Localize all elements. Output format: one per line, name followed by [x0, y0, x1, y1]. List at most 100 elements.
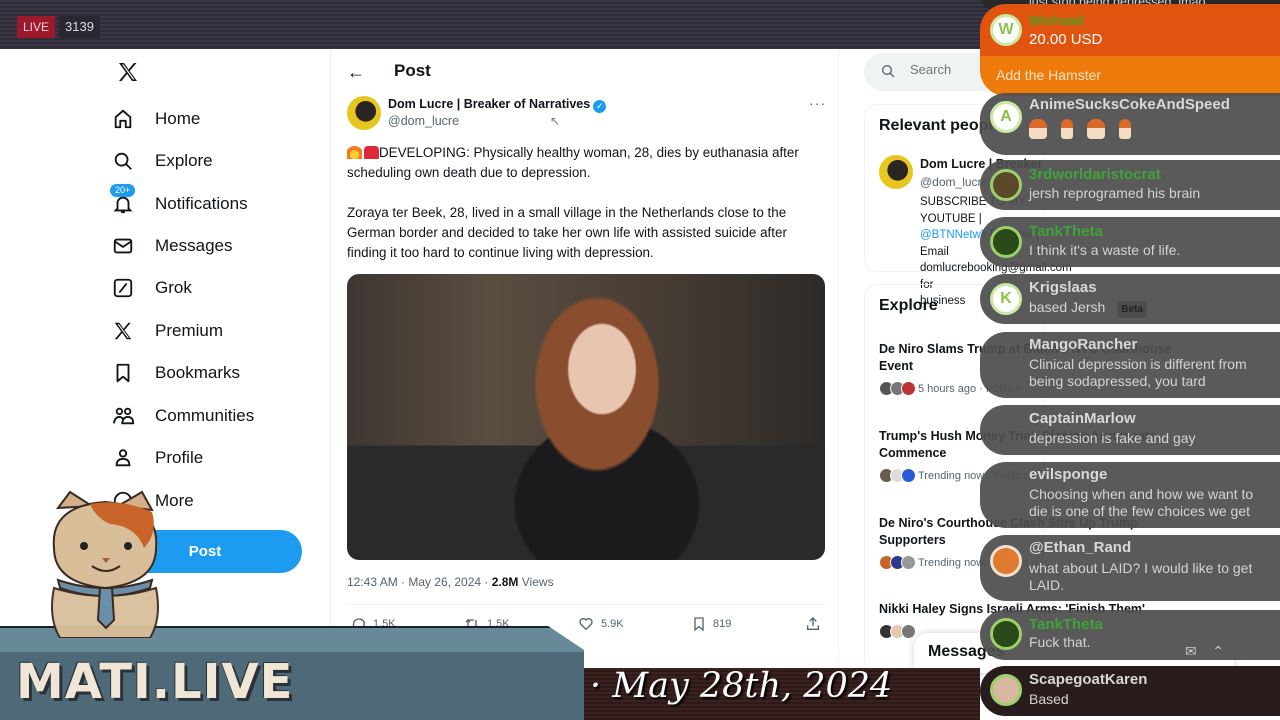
- chat-username: CaptainMarlow: [1029, 410, 1136, 427]
- hamster-emote-icon: [1087, 119, 1105, 139]
- chat-message: TankTheta Fuck that.: [980, 610, 1280, 660]
- chat-tag: Beta: [1117, 301, 1147, 318]
- views-count: 2.8M: [491, 575, 519, 589]
- chat-username: AnimeSucksCokeAndSpeed: [1029, 96, 1230, 113]
- chat-text: what about LAID? I would like to get LAI…: [1029, 560, 1253, 593]
- chat-text: Clinical depression is different from be…: [1029, 356, 1247, 389]
- post-photo[interactable]: [347, 274, 825, 560]
- sidebar-item-premium[interactable]: Premium: [112, 310, 312, 352]
- sidebar-item-notifications[interactable]: 20+ Notifications: [110, 183, 312, 225]
- donation-message: Add the Hamster: [996, 67, 1102, 83]
- relevant-person-handle: @dom_lucre: [920, 175, 989, 189]
- sidebar-item-profile[interactable]: Profile: [112, 437, 312, 479]
- trend-avatars: [879, 468, 916, 483]
- explore-title: Explore: [879, 297, 938, 314]
- share-button[interactable]: [805, 616, 827, 632]
- chat-text: jersh reprogramed his brain: [1029, 185, 1201, 201]
- sidebar-item-label: Communities: [155, 406, 255, 425]
- sidebar-item-label: Notifications: [155, 194, 248, 213]
- author-name[interactable]: Dom Lucre | Breaker of Narratives ✓: [388, 97, 607, 113]
- chat-message: @Ethan_Rand what about LAID? I would lik…: [980, 535, 1280, 601]
- chat-username: MangoRancher: [1029, 336, 1138, 353]
- trend-avatars: [879, 381, 916, 396]
- page-title: Post: [394, 61, 431, 80]
- chat-text: I think it's a waste of life.: [1029, 242, 1181, 258]
- post-timestamp: 12:43 AM · May 26, 2024 · 2.8M Views: [347, 575, 554, 589]
- bookmark-button[interactable]: 819: [691, 616, 731, 632]
- chat-message: A AnimeSucksCokeAndSpeed: [980, 93, 1280, 155]
- sidebar-item-label: Messages: [155, 236, 233, 255]
- post-text-2: Zoraya ter Beek, 28, lived in a small vi…: [347, 205, 787, 260]
- sidebar-item-home[interactable]: Home: [112, 98, 312, 140]
- donation-alert: W Wolraad 20.00 USD Add the Hamster: [980, 4, 1280, 96]
- chat-text: Based: [1029, 691, 1069, 707]
- bookmark-icon: [694, 617, 704, 632]
- more-options-icon[interactable]: ···: [809, 95, 826, 111]
- chat-username: TankTheta: [1029, 616, 1103, 633]
- trend-avatars: [879, 624, 916, 639]
- sidebar-item-label: Premium: [155, 321, 224, 340]
- chat-emotes: [1029, 119, 1274, 143]
- chat-avatar: [990, 618, 1022, 650]
- bell-icon: 20+: [110, 184, 142, 216]
- sidebar-item-communities[interactable]: Communities: [112, 395, 312, 437]
- chat-text: Choosing when and how we want to die is …: [1029, 486, 1254, 519]
- brand-name: MATI.LIVE: [16, 654, 294, 710]
- chat-text: based Jersh Beta: [1029, 299, 1274, 318]
- chat-avatar: A: [990, 101, 1022, 133]
- chat-text-body: based Jersh: [1029, 299, 1106, 315]
- bio-link[interactable]: @BTNNetwk: [920, 229, 987, 241]
- x-icon: [112, 319, 142, 343]
- sidebar-item-label: Bookmarks: [155, 363, 241, 382]
- donor-avatar: W: [990, 14, 1022, 46]
- chat-avatar: [990, 545, 1022, 577]
- back-arrow-icon[interactable]: ←: [347, 62, 365, 83]
- siren-emoji-icon: [364, 146, 379, 159]
- chat-message: CaptainMarlow depression is fake and gay: [980, 405, 1280, 455]
- new-message-icon[interactable]: ✉: [1185, 643, 1197, 659]
- like-button[interactable]: 5.9K: [577, 616, 624, 632]
- author-handle[interactable]: @dom_lucre: [388, 114, 459, 128]
- chat-message: 3rdworldaristocrat jersh reprogramed his…: [980, 160, 1280, 210]
- share-icon: [807, 617, 819, 630]
- chat-username: TankTheta: [1029, 223, 1103, 240]
- mouse-cursor-icon: ↖: [550, 114, 561, 128]
- post-detail-column: ← Post Dom Lucre | Breaker of Narratives…: [330, 49, 839, 720]
- chat-message: evilsponge Choosing when and how we want…: [980, 462, 1280, 528]
- sidebar-item-label: Explore: [155, 151, 213, 170]
- chat-text: Fuck that.: [1029, 634, 1091, 650]
- post-text-1: DEVELOPING: Physically healthy woman, 28…: [347, 145, 799, 180]
- hamster-emote-icon: [1119, 119, 1131, 139]
- chat-message: TankTheta I think it's a waste of life.: [980, 217, 1280, 267]
- fire-emoji-icon: [347, 145, 362, 159]
- chat-avatar: K: [990, 283, 1022, 315]
- hamster-emote-icon: [1061, 119, 1073, 139]
- sidebar-item-messages[interactable]: Messages: [112, 225, 312, 267]
- chat-avatar: [990, 169, 1022, 201]
- chat-username: ScapegoatKaren: [1029, 671, 1148, 688]
- grok-icon: [112, 276, 142, 300]
- chat-username: 3rdworldaristocrat: [1029, 166, 1161, 183]
- chat-username: @Ethan_Rand: [1029, 539, 1132, 556]
- envelope-icon: [112, 234, 142, 258]
- chat-avatar: [990, 674, 1022, 706]
- author-name-text: Dom Lucre | Breaker of Narratives: [388, 97, 591, 111]
- verified-badge-icon: ✓: [593, 100, 607, 113]
- post-body: DEVELOPING: Physically healthy woman, 28…: [347, 143, 817, 283]
- like-count: 5.9K: [601, 618, 624, 630]
- chat-username: Krigslaas: [1029, 279, 1097, 296]
- x-logo-icon[interactable]: [116, 60, 140, 84]
- sidebar-item-bookmarks[interactable]: Bookmarks: [112, 352, 312, 394]
- bookmark-count: 819: [713, 618, 732, 630]
- stream-chat-overlay: just stop being depressed, lmao W Wolraa…: [980, 0, 1280, 720]
- sidebar-item-explore[interactable]: Explore: [112, 140, 312, 182]
- communities-icon: [112, 404, 142, 428]
- home-icon: [112, 107, 142, 131]
- live-badge: LIVE: [17, 16, 56, 38]
- relevant-person-avatar[interactable]: [879, 155, 913, 189]
- author-avatar[interactable]: [347, 96, 381, 130]
- date-banner: · May 28th, 2024: [590, 666, 893, 706]
- sidebar-item-grok[interactable]: Grok: [112, 267, 312, 309]
- sidebar-item-label: Grok: [155, 278, 192, 297]
- collapse-up-icon[interactable]: ⌃: [1212, 643, 1224, 659]
